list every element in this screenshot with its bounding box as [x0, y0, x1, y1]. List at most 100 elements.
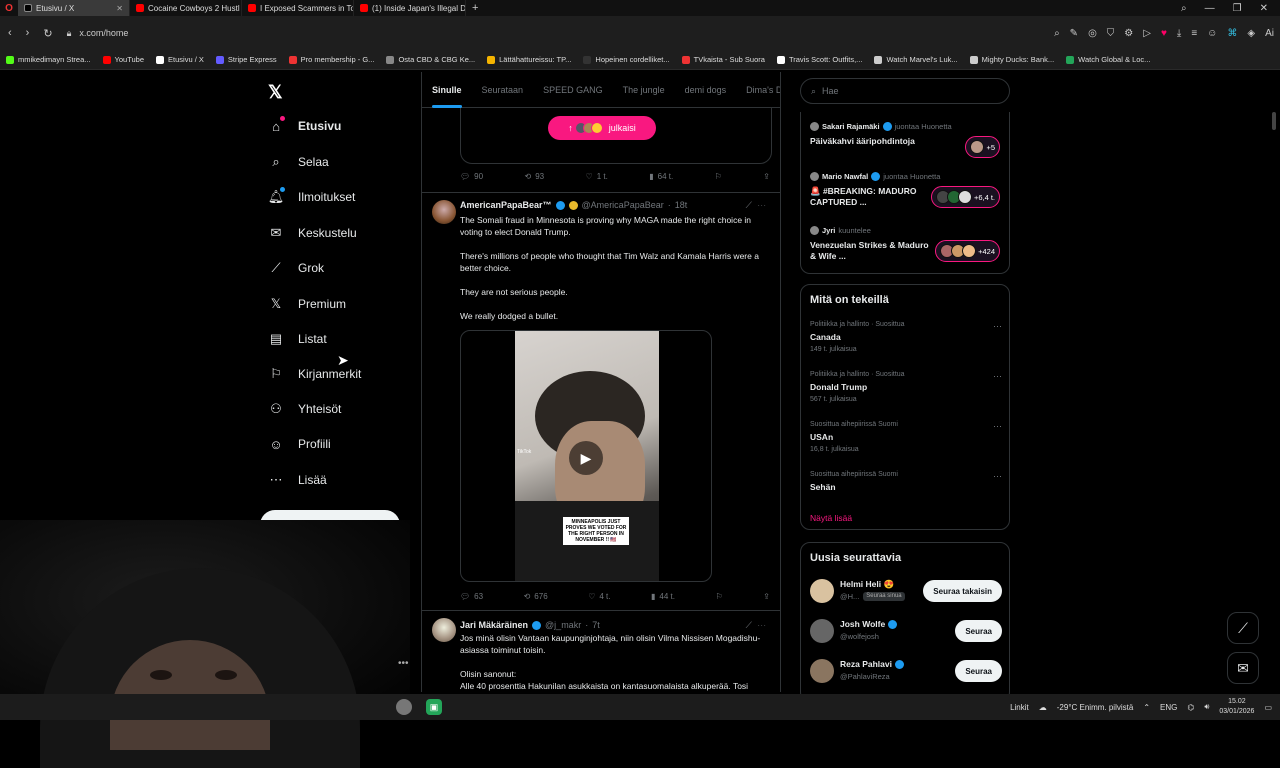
- close-window-icon[interactable]: ✕: [1260, 3, 1268, 14]
- views-button[interactable]: ▮ 44 t.: [651, 592, 675, 601]
- bookmark-item[interactable]: Watch Marvel's Luk...: [874, 55, 958, 64]
- follow-button[interactable]: Seuraa: [955, 620, 1002, 642]
- nav-item-home[interactable]: ⌂ Etusivu: [268, 116, 341, 134]
- play-icon[interactable]: ▶: [569, 441, 603, 475]
- play-icon[interactable]: ▷: [1143, 28, 1151, 39]
- tab-youtube-1[interactable]: Cocaine Cowboys 2 Hustl: [130, 0, 242, 16]
- feed-tab[interactable]: Seurataan: [482, 85, 524, 95]
- post-video[interactable]: TikTok MINNEAPOLIS JUST PROVES WE VOTED …: [460, 330, 712, 582]
- close-tab-icon[interactable]: ✕: [116, 4, 123, 13]
- nav-item-more[interactable]: ⋯ Lisää: [268, 472, 327, 488]
- bookmark-button[interactable]: ⚐: [715, 172, 722, 181]
- bookmark-item[interactable]: Watch Global & Loc...: [1066, 55, 1150, 64]
- opera-logo-icon[interactable]: O: [0, 0, 18, 16]
- trend-item[interactable]: Politiikka ja hallinto · Suosittua Canada…: [810, 321, 1002, 353]
- like-button[interactable]: ♡ 4 t.: [588, 592, 610, 601]
- volume-icon[interactable]: 🔊︎: [1204, 702, 1209, 712]
- grok-icon[interactable]: ⟋: [746, 620, 752, 630]
- new-posts-pill[interactable]: ↑ julkaisi: [548, 116, 656, 140]
- camera-icon[interactable]: ◎: [1088, 28, 1097, 39]
- follow-button[interactable]: Seuraa takaisin: [923, 580, 1002, 602]
- trend-item[interactable]: Politiikka ja hallinto · Suosittua Donald…: [810, 371, 1002, 403]
- tab-etusivu[interactable]: Etusivu / X ✕: [18, 0, 130, 16]
- listeners-badge[interactable]: +6,4 t.: [930, 186, 1000, 208]
- network-icon[interactable]: ⌬: [1187, 703, 1194, 712]
- tab-youtube-3[interactable]: (1) Inside Japan's Illegal D: [354, 0, 466, 16]
- nav-item-x-premium[interactable]: 𝕏 Premium: [268, 296, 346, 312]
- bookmark-item[interactable]: Hopeinen cordelliket...: [583, 55, 670, 64]
- clock[interactable]: 15.02 03/01/2026: [1219, 697, 1254, 717]
- more-icon[interactable]: ⋯: [993, 321, 1002, 332]
- bookmark-item[interactable]: Lättähattureissu: TP...: [487, 55, 571, 64]
- nav-item-communities[interactable]: ⚇ Yhteisöt: [268, 401, 341, 417]
- views-button[interactable]: ▮ 64 t.: [649, 172, 673, 181]
- bookmark-item[interactable]: Etusivu / X: [156, 55, 204, 64]
- maximize-icon[interactable]: ❐: [1233, 3, 1242, 14]
- search-input[interactable]: ⌕ Hae: [800, 78, 1010, 104]
- bookmark-item[interactable]: Osta CBD & CBG Ke...: [386, 55, 475, 64]
- reload-icon[interactable]: ↻: [43, 27, 52, 40]
- tray-chevron-icon[interactable]: ⌃: [1143, 703, 1150, 712]
- notification-icon[interactable]: ▭: [1264, 703, 1272, 712]
- trend-item[interactable]: Suosittua aihepiirissä Suomi Sehän ⋯: [810, 471, 1002, 496]
- x-logo-icon[interactable]: 𝕏: [268, 82, 283, 103]
- space-item[interactable]: Jyri kuuntelee Venezuelan Strikes & Madur…: [810, 226, 1002, 262]
- more-icon[interactable]: ⋯: [993, 371, 1002, 382]
- grok-icon[interactable]: ⟋: [746, 200, 752, 210]
- extension-icon[interactable]: ⚙: [1124, 28, 1133, 39]
- ai-icon[interactable]: Ai: [1265, 28, 1274, 39]
- new-tab-icon[interactable]: +: [466, 2, 484, 14]
- space-item[interactable]: Mario Nawfal juontaa Huonetta 🚨 #BREAKING…: [810, 172, 1002, 208]
- share-button[interactable]: ⇪: [763, 592, 770, 601]
- account-more-icon[interactable]: •••: [398, 658, 409, 669]
- reply-button[interactable]: 💬︎ 63: [460, 592, 483, 601]
- more-icon[interactable]: ⋯: [757, 620, 766, 630]
- forward-icon[interactable]: ›: [26, 27, 30, 40]
- more-icon[interactable]: ⋯: [993, 471, 1002, 482]
- edit-icon[interactable]: ✎: [1070, 28, 1078, 39]
- download-icon[interactable]: ⤓: [1177, 28, 1181, 39]
- reply-button[interactable]: 💬︎ 90: [460, 172, 483, 181]
- search-tabs-icon[interactable]: ⌕: [1181, 3, 1187, 14]
- avatar[interactable]: [432, 200, 456, 224]
- avatar[interactable]: [432, 618, 456, 642]
- avatar[interactable]: [810, 579, 834, 603]
- grok-float-button[interactable]: ⟋: [1227, 612, 1259, 644]
- listeners-badge[interactable]: +424: [935, 240, 1000, 262]
- search-icon[interactable]: ⌕: [1054, 28, 1060, 39]
- url-field[interactable]: x.com/home: [79, 28, 128, 38]
- extension-puzzle-icon[interactable]: ⌘: [1227, 28, 1237, 39]
- follow-suggestion[interactable]: Helmi Heli 😍 @H... Seuraa sinua Seuraa taka…: [810, 577, 1002, 607]
- follow-button[interactable]: Seuraa: [955, 660, 1002, 682]
- bookmark-item[interactable]: TVkaista - Sub Suora: [681, 55, 765, 64]
- bookmark-item[interactable]: Travis Scott: Outfits,...: [776, 55, 862, 64]
- repost-button[interactable]: ⟲ 676: [524, 592, 548, 601]
- tab-youtube-2[interactable]: I Exposed Scammers in To: [242, 0, 354, 16]
- nav-item-grok[interactable]: ⟋ Grok: [268, 260, 324, 276]
- taskbar-app-icon[interactable]: [396, 699, 412, 715]
- nav-item-search[interactable]: ⌕ Selaa: [268, 154, 328, 170]
- bookmark-item[interactable]: Mighty Ducks: Bank...: [969, 55, 1054, 64]
- feed-tab[interactable]: Dima's DI: [746, 85, 780, 95]
- minimize-icon[interactable]: —: [1205, 3, 1215, 14]
- nav-item-list[interactable]: ▤ Listat: [268, 331, 327, 347]
- avatar[interactable]: [810, 659, 834, 683]
- bookmark-button[interactable]: ⚐: [716, 592, 723, 601]
- more-icon[interactable]: ⋯: [993, 421, 1002, 432]
- heart-icon[interactable]: ♥: [1161, 28, 1167, 39]
- feed-tab[interactable]: demi dogs: [685, 85, 727, 95]
- bookmark-item[interactable]: Pro membership - G...: [288, 55, 374, 64]
- cube-icon[interactable]: ◈: [1247, 28, 1255, 39]
- shield-icon[interactable]: ⛉: [1107, 28, 1115, 39]
- trend-item[interactable]: Suosittua aihepiirissä Suomi USAn 16,8 t. …: [810, 421, 1002, 453]
- feed-tab[interactable]: SPEED GANG: [543, 85, 603, 95]
- scrollbar[interactable]: [1272, 112, 1276, 130]
- share-button[interactable]: ⇪: [763, 172, 770, 181]
- taskbar-active-app-icon[interactable]: ▣: [426, 699, 442, 715]
- repost-button[interactable]: ⟲ 93: [524, 172, 544, 181]
- follow-suggestion[interactable]: Reza Pahlavi @PahlaviReza Seuraa: [810, 657, 1002, 687]
- nav-item-bell[interactable]: 🔔︎ Ilmoitukset: [268, 187, 355, 205]
- menu-icon[interactable]: ≡: [1191, 28, 1197, 39]
- like-button[interactable]: ♡ 1 t.: [586, 172, 608, 181]
- show-more-link[interactable]: Näytä lisää: [810, 513, 852, 523]
